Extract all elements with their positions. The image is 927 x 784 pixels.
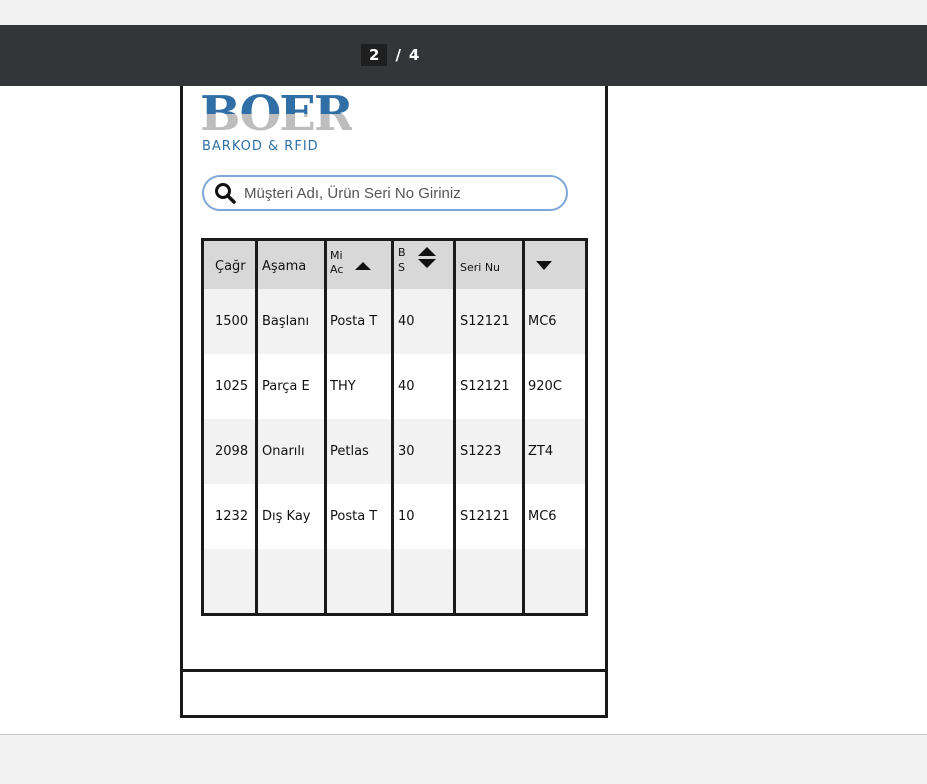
cell-col6: MC6 [528,509,557,524]
search-box[interactable] [202,175,568,211]
viewer-toolbar: 2 / 4 [0,25,927,86]
document-page: BOER BARKOD & RFID Çağr Aşama Mi Ac [0,86,927,734]
cell-bs: 10 [398,509,415,524]
sort-down-icon[interactable] [418,259,436,268]
cell-musteri: Posta T [330,314,378,329]
search-icon [215,183,236,204]
page-indicator: 2 / 4 [361,44,419,66]
search-input[interactable] [242,183,566,203]
cell-musteri: Petlas [330,444,369,459]
cell-cagri: 2098 [215,444,249,459]
sort-desc-icon[interactable] [536,261,552,270]
cell-seri-no: S12121 [460,509,510,524]
cell-cagri: 1025 [215,379,249,394]
top-margin [0,0,927,25]
cell-seri-no: S12121 [460,314,510,329]
column-divider [453,241,456,613]
page-separator: / [395,46,401,64]
column-divider [391,241,394,613]
header-bs[interactable]: B S [398,245,410,275]
cell-seri-no: S12121 [460,379,510,394]
sort-asc-icon[interactable] [355,262,371,270]
cell-bs: 30 [398,444,415,459]
cell-musteri: THY [330,379,356,394]
sort-up-icon[interactable] [418,247,436,256]
column-divider [522,241,525,613]
cell-seri-no: S1223 [460,444,502,459]
header-musteri[interactable]: Mi Ac [330,249,352,277]
header-seri-no[interactable]: Seri Nu [460,261,520,274]
logo-subtitle: BARKOD & RFID [202,139,319,154]
page-bottom-edge [0,734,927,735]
current-page-field[interactable]: 2 [361,44,388,66]
table-row-empty[interactable] [204,549,585,613]
total-pages: 4 [408,46,420,64]
footer-divider [183,669,605,672]
cell-col6: 920C [528,379,562,394]
cell-cagri: 1500 [215,314,249,329]
cell-col6: ZT4 [528,444,554,459]
cell-col6: MC6 [528,314,557,329]
header-asama[interactable]: Aşama [262,259,322,274]
cell-bs: 40 [398,379,415,394]
cell-asama: Parça E [262,379,310,394]
cell-asama: Dış Kay [262,509,311,524]
mockup-phone-frame: BOER BARKOD & RFID Çağr Aşama Mi Ac [180,86,608,718]
cell-musteri: Posta T [330,509,378,524]
cell-cagri: 1232 [215,509,249,524]
cell-bs: 40 [398,314,415,329]
header-cagri[interactable]: Çağr [215,259,255,274]
data-table: Çağr Aşama Mi Ac B S Seri Nu 1500 Başlan… [201,238,588,616]
column-divider [324,241,327,613]
boer-logo: BOER [200,86,354,142]
cell-asama: Onarılı [262,444,305,459]
cell-asama: Başlanı [262,314,310,329]
column-divider [255,241,258,613]
